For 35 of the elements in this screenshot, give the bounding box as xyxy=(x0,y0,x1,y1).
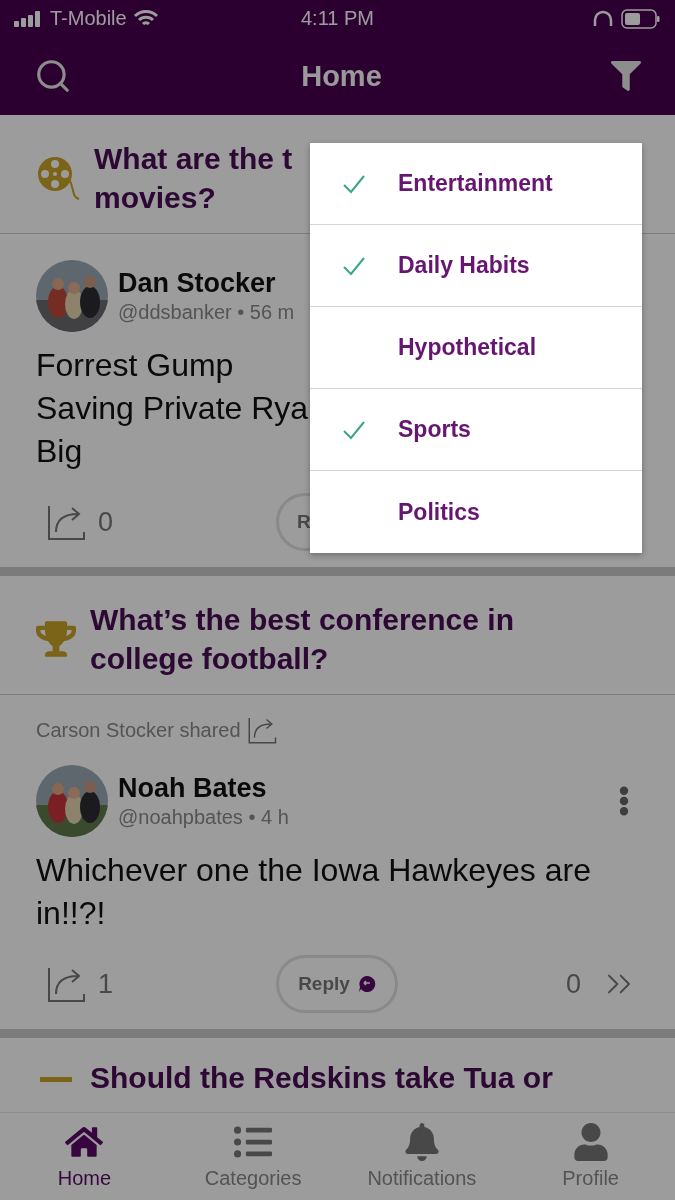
reply-count: 0 xyxy=(565,968,581,1000)
post-question[interactable]: Should the Redskins take Tua or xyxy=(90,1058,553,1097)
search-icon[interactable] xyxy=(34,57,72,95)
share-count: 0 xyxy=(98,506,114,538)
filter-icon[interactable] xyxy=(611,61,641,91)
reply-icon xyxy=(357,975,376,993)
carrier-name: T-Mobile xyxy=(50,7,127,30)
film-reel-icon xyxy=(36,155,80,201)
reply-button[interactable]: Reply xyxy=(276,955,398,1013)
filter-menu-item[interactable]: Politics xyxy=(310,471,642,553)
author-name[interactable]: Noah Bates xyxy=(118,773,599,804)
header-title: Home xyxy=(301,59,382,93)
post-question[interactable]: What’s the best conference in college football? xyxy=(90,600,610,678)
shared-by-text: Carson Stocker shared xyxy=(36,718,241,742)
trophy-icon xyxy=(36,619,76,659)
filter-menu-item[interactable]: Entertainment xyxy=(310,143,642,225)
share-icon[interactable] xyxy=(246,715,277,745)
post-meta: @ddsbanker • 56 m xyxy=(118,301,296,324)
checkmark-icon xyxy=(342,173,366,194)
clock-time: 4:11 PM xyxy=(301,7,374,30)
post-text: Forrest Gump Saving Private Rya Big xyxy=(36,346,309,471)
bell-icon xyxy=(402,1123,441,1161)
post-meta: @noahpbates • 4 h xyxy=(118,806,290,829)
share-count: 1 xyxy=(98,968,114,1000)
post-text: Whichever one the Iowa Hawkeyes are in!!?! xyxy=(36,851,592,933)
headphones-icon xyxy=(593,9,613,28)
person-icon xyxy=(571,1123,610,1161)
checkmark-icon xyxy=(342,419,366,440)
checkmark-icon xyxy=(342,255,366,276)
filter-menu-item[interactable]: Daily Habits xyxy=(310,225,642,307)
tab-bar-item[interactable]: Home xyxy=(0,1113,169,1200)
battery-icon xyxy=(621,8,661,29)
wifi-icon xyxy=(132,9,159,28)
filter-menu-item[interactable]: Sports xyxy=(310,389,642,471)
filter-menu-item[interactable]: Hypothetical xyxy=(310,307,642,389)
